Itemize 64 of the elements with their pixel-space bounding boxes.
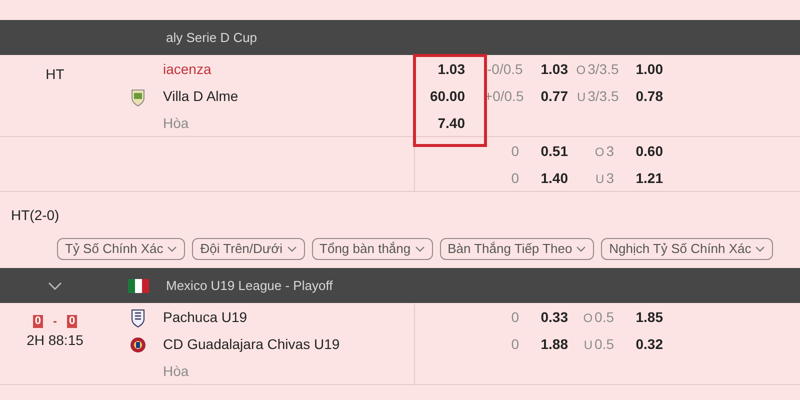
chevron-down-icon[interactable] (48, 282, 62, 290)
club-crest-icon (130, 308, 146, 328)
odds-value[interactable]: 1.00 (634, 59, 665, 80)
match-status: 2H 88:15 (26, 331, 84, 350)
line-value: +0/0.5 (484, 87, 524, 106)
odds-value[interactable]: 0.33 (534, 307, 570, 328)
score-separator: - (53, 313, 57, 330)
league-name: aly Serie D Cup (166, 28, 258, 47)
odds-value[interactable]: 7.40 (438, 113, 465, 134)
line-value: 3/3.5 (588, 87, 619, 106)
line-value: 3 (606, 142, 614, 161)
chevron-down-icon (167, 246, 178, 252)
draw-label: Hòa (163, 362, 189, 381)
match-status: HT (46, 65, 64, 84)
score: 0 (32, 314, 43, 328)
side-label: O (594, 144, 604, 160)
odds-value[interactable]: 1.85 (629, 307, 665, 328)
odds-value[interactable]: 0.51 (534, 141, 570, 162)
line-value: 3/3.5 (588, 60, 619, 79)
club-crest-icon (130, 334, 146, 354)
filter-dropdown[interactable]: Tỷ Số Chính Xác (57, 238, 186, 260)
chevron-down-icon (286, 246, 297, 252)
line-value: 0 (511, 308, 519, 327)
side-label: U (584, 336, 593, 354)
away-team[interactable]: CD Guadalajara Chivas U19 (163, 334, 340, 355)
odds-value[interactable]: 0.32 (629, 334, 665, 355)
line-value: 3 (606, 169, 614, 188)
odds-value[interactable]: 1.03 (538, 59, 570, 80)
chevron-down-icon (414, 246, 425, 252)
away-team[interactable]: Villa D Alme (163, 86, 238, 107)
chevron-down-icon (755, 246, 766, 252)
odds-value[interactable]: 1.88 (534, 334, 570, 355)
side-label: U (596, 170, 604, 188)
flag-icon (128, 278, 149, 292)
line-value: 0 (511, 169, 519, 188)
league-header[interactable]: aly Serie D Cup (0, 20, 800, 55)
odds-value[interactable]: 1.40 (534, 168, 570, 189)
odds-value[interactable]: 60.00 (430, 86, 465, 107)
filter-dropdown[interactable]: Bàn Thắng Tiếp Theo (440, 238, 594, 260)
line-value: 0 (511, 142, 519, 161)
line-value: -0/0.5 (487, 60, 523, 79)
club-crest-icon (130, 86, 146, 106)
chevron-down-icon (576, 246, 586, 252)
odds-value[interactable]: 1.21 (629, 168, 665, 189)
side-label: U (576, 88, 586, 106)
filter-dropdown[interactable]: Đội Trên/Dưới (192, 238, 305, 260)
home-team[interactable]: Pachuca U19 (163, 307, 248, 328)
halftime-score: HT(2-0) (11, 207, 60, 223)
odds-value[interactable]: 0.77 (538, 86, 570, 107)
side-label: O (583, 310, 593, 326)
line-value: 0 (511, 335, 519, 354)
line-value: 0.5 (594, 308, 614, 327)
odds-value[interactable]: 0.60 (629, 141, 665, 162)
filter-dropdown[interactable]: Tổng bàn thắng (312, 238, 433, 260)
score: 0 (67, 314, 78, 328)
odds-value[interactable]: 0.78 (634, 86, 665, 107)
filter-dropdown[interactable]: Nghịch Tỷ Số Chính Xác (601, 238, 774, 260)
home-team[interactable]: iacenza (163, 59, 212, 80)
league-name: Mexico U19 League - Playoff (166, 276, 333, 295)
side-label: O (576, 62, 586, 78)
draw-label: Hòa (163, 114, 189, 133)
odds-value[interactable]: 1.03 (438, 59, 465, 80)
league-header[interactable]: Mexico U19 League - Playoff (0, 268, 800, 303)
line-value: 0.5 (594, 335, 614, 354)
